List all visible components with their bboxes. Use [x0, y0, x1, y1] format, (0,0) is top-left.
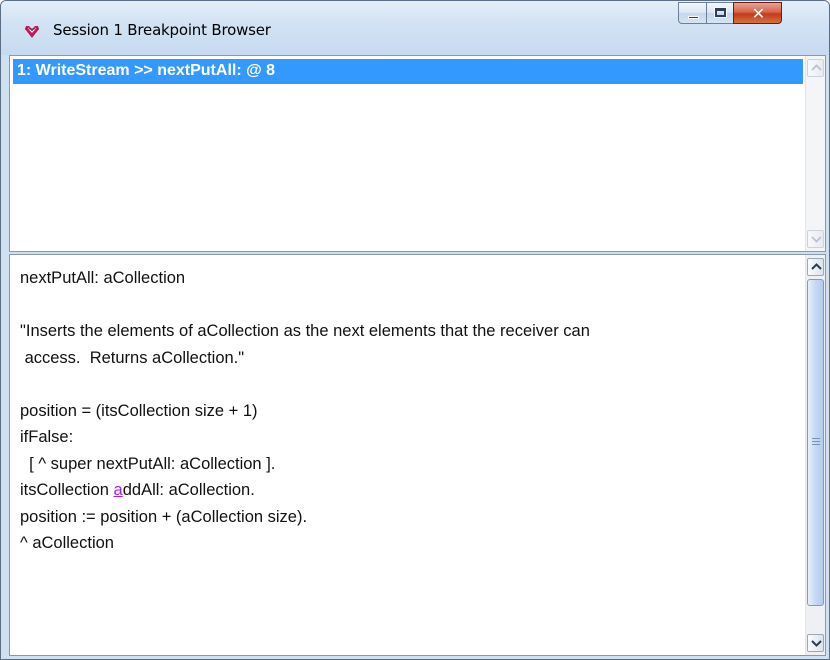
- scroll-down-button[interactable]: [807, 634, 824, 652]
- code-line: [ ^ super nextPutAll: aCollection ].: [20, 454, 276, 473]
- close-button[interactable]: ✕: [733, 2, 782, 24]
- scroll-down-arrow-icon: [811, 236, 822, 243]
- code-line: access. Returns aCollection.": [20, 348, 245, 367]
- breakpoint-list[interactable]: 1: WriteStream >> nextPutAll: @ 8: [9, 55, 826, 252]
- code-text: itsCollection: [20, 481, 114, 499]
- scroll-up-button[interactable]: [807, 59, 824, 77]
- scroll-up-button[interactable]: [807, 258, 824, 276]
- minimize-button[interactable]: [678, 2, 707, 24]
- breakpoint-marker[interactable]: a: [114, 481, 123, 499]
- code-line: nextPutAll: aCollection: [20, 269, 186, 287]
- source-code-text[interactable]: nextPutAll: aCollection "Inserts the ele…: [20, 265, 800, 557]
- thumb-grip: [812, 438, 820, 447]
- code-line: position = (itsCollection size + 1): [20, 401, 258, 420]
- breakpoint-list-item-label: 1: WriteStream >> nextPutAll: @ 8: [17, 62, 276, 79]
- window-title: Session 1 Breakpoint Browser: [53, 21, 271, 39]
- close-icon: ✕: [751, 4, 766, 23]
- scrollbar-thumb[interactable]: [807, 279, 824, 606]
- code-line-with-breakpoint: itsCollection addAll: aCollection.: [20, 477, 800, 504]
- code-line: ^ aCollection: [20, 534, 114, 552]
- scroll-up-arrow-icon: [811, 64, 822, 71]
- maximize-button[interactable]: [706, 2, 734, 24]
- scroll-down-button[interactable]: [807, 230, 824, 248]
- code-text: ddAll: aCollection.: [122, 481, 255, 499]
- scroll-down-arrow-icon: [811, 640, 822, 647]
- code-line: position := position + (aCollection size…: [20, 507, 308, 526]
- minimize-icon: [688, 16, 699, 19]
- source-code-pane[interactable]: nextPutAll: aCollection "Inserts the ele…: [9, 254, 826, 656]
- scroll-up-arrow-icon: [811, 263, 822, 270]
- breakpoint-list-item[interactable]: 1: WriteStream >> nextPutAll: @ 8: [13, 59, 803, 84]
- code-line: ifFalse:: [20, 428, 74, 446]
- source-scrollbar[interactable]: [805, 255, 825, 655]
- gemstone-app-icon: [24, 25, 40, 39]
- title-bar[interactable]: Session 1 Breakpoint Browser ✕: [1, 1, 829, 55]
- breakpoint-browser-window: Session 1 Breakpoint Browser ✕ 1: WriteS…: [0, 0, 830, 660]
- breakpoint-list-scrollbar[interactable]: [805, 56, 825, 251]
- code-line: "Inserts the elements of aCollection as …: [20, 322, 590, 340]
- maximize-icon: [715, 8, 726, 17]
